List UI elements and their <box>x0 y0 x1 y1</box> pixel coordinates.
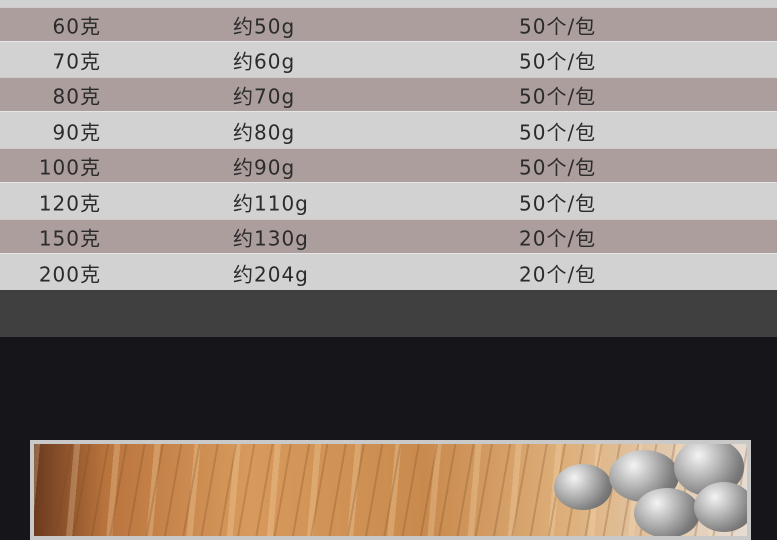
approx-weight-cell: 约130g <box>233 226 309 251</box>
sinker-shape <box>694 482 747 532</box>
table-row: 100克 约90g 50个/包 <box>0 148 777 183</box>
table-row: 150克 约130g 20个/包 <box>0 219 777 254</box>
weight-cell: 200克 <box>38 262 101 286</box>
weight-cell: 150克 <box>38 226 101 251</box>
pack-qty-cell: 50个/包 <box>519 155 597 180</box>
pack-qty-cell: 50个/包 <box>519 84 597 109</box>
pack-qty-cell: 50个/包 <box>519 49 597 74</box>
table-row: 70克 约60g 50个/包 <box>0 41 777 78</box>
weight-cell: 90克 <box>52 120 101 144</box>
table-row: 120克 约110g 50个/包 <box>0 182 777 220</box>
table-row: 80克 约70g 50个/包 <box>0 77 777 112</box>
weight-cell: 70克 <box>52 49 101 74</box>
divider-strip <box>0 290 777 337</box>
sinker-shape <box>554 464 612 510</box>
pack-qty-cell: 50个/包 <box>519 120 597 144</box>
pack-qty-cell: 20个/包 <box>519 226 597 251</box>
pack-qty-cell: 50个/包 <box>519 14 597 39</box>
approx-weight-cell: 约60g <box>233 49 296 74</box>
approx-weight-cell: 约90g <box>233 155 296 180</box>
table-row: 90克 约80g 50个/包 <box>0 111 777 149</box>
lead-sinkers-on-wood-icon <box>34 444 747 536</box>
approx-weight-cell: 约204g <box>233 262 309 286</box>
weight-cell: 100克 <box>38 155 101 180</box>
approx-weight-cell: 约80g <box>233 120 296 144</box>
approx-weight-cell: 约50g <box>233 14 296 39</box>
pack-qty-cell: 20个/包 <box>519 262 597 286</box>
pack-qty-cell: 50个/包 <box>519 191 597 215</box>
weight-cell: 120克 <box>38 191 101 215</box>
table-row: 200克 约204g 20个/包 <box>0 253 777 291</box>
sinker-shape <box>634 488 700 536</box>
weight-cell: 60克 <box>52 14 101 39</box>
table-row-partial <box>0 0 777 7</box>
product-photo-frame <box>30 440 751 540</box>
approx-weight-cell: 约70g <box>233 84 296 109</box>
approx-weight-cell: 约110g <box>233 191 309 215</box>
weight-cell: 80克 <box>52 84 101 109</box>
table-row: 60克 约50g 50个/包 <box>0 7 777 42</box>
